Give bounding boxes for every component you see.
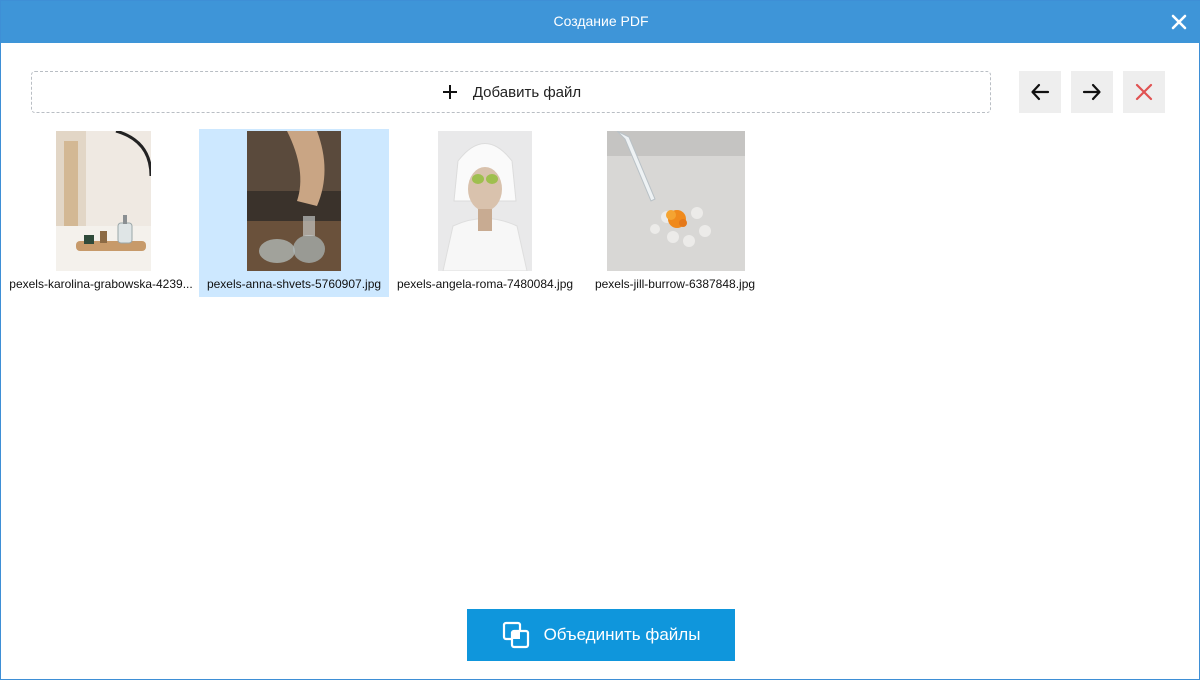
- merge-files-button[interactable]: Объединить файлы: [467, 609, 735, 661]
- move-left-button[interactable]: [1019, 71, 1061, 113]
- window-title: Создание PDF: [553, 13, 649, 29]
- arrow-right-icon: [1082, 83, 1101, 101]
- close-icon: [1171, 14, 1187, 30]
- file-name: pexels-angela-roma-7480084.jpg: [396, 277, 574, 291]
- close-button[interactable]: [1167, 10, 1191, 34]
- file-thumbnail-selected[interactable]: pexels-anna-shvets-5760907.jpg: [199, 129, 389, 297]
- file-preview-image: [607, 131, 745, 271]
- add-file-label: Добавить файл: [472, 83, 582, 101]
- file-name: pexels-jill-burrow-6387848.jpg: [594, 277, 756, 291]
- pdf-creation-window: Создание PDF Добавить файл pexels-karoli…: [0, 0, 1200, 680]
- delete-button[interactable]: [1123, 71, 1165, 113]
- file-name: pexels-karolina-grabowska-4239...: [9, 277, 193, 291]
- merge-files-label: Объединить файлы: [543, 625, 701, 644]
- add-file-button[interactable]: Добавить файл: [31, 71, 991, 113]
- plus-icon: [441, 83, 459, 101]
- move-right-button[interactable]: [1071, 71, 1113, 113]
- file-name: pexels-anna-shvets-5760907.jpg: [206, 277, 382, 291]
- arrow-left-icon: [1031, 83, 1050, 101]
- file-thumbnail[interactable]: pexels-karolina-grabowska-4239...: [5, 129, 197, 297]
- file-preview-image: [247, 131, 341, 271]
- delete-x-icon: [1135, 83, 1153, 101]
- file-thumbnail[interactable]: pexels-jill-burrow-6387848.jpg: [583, 129, 767, 297]
- title-bar: Создание PDF: [1, 1, 1200, 43]
- merge-files-icon: [502, 621, 530, 649]
- file-thumbnail[interactable]: pexels-angela-roma-7480084.jpg: [391, 129, 579, 297]
- file-preview-image: [438, 131, 532, 271]
- file-preview-image: [56, 131, 151, 271]
